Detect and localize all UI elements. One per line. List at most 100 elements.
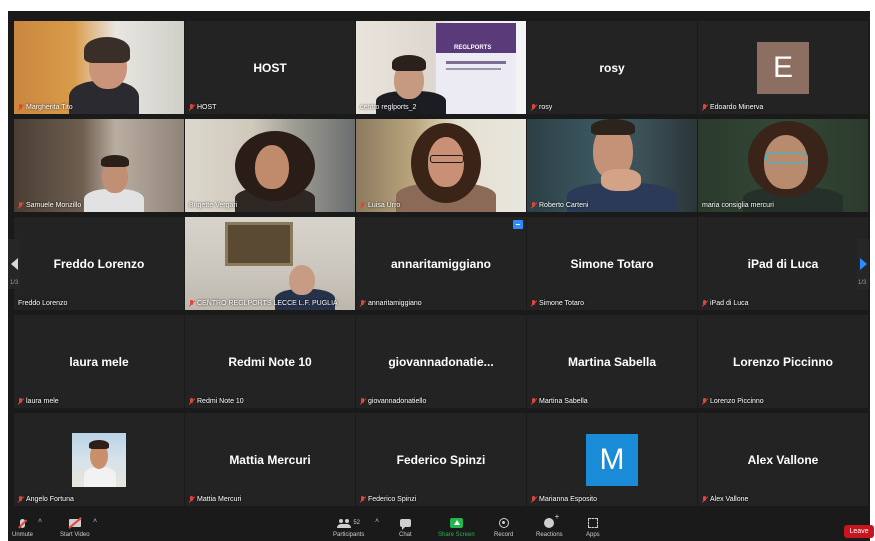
reactions-label: Reactions	[536, 532, 563, 538]
video-tile-host[interactable]: HOST HOST	[185, 21, 355, 114]
microphone-muted-icon	[18, 496, 23, 503]
chat-label: Chat	[399, 532, 412, 538]
reactions-button[interactable]: Reactions	[536, 512, 563, 538]
apps-button[interactable]: Apps	[586, 516, 600, 538]
participant-name-label: Redmi Note 10	[189, 398, 244, 405]
microphone-muted-icon	[360, 202, 365, 209]
participant-name-label: annaritamiggiano	[360, 300, 422, 307]
participant-display-name: giovannadonatie...	[388, 355, 494, 369]
video-off-icon	[68, 519, 81, 527]
participant-display-name: annaritamiggiano	[390, 257, 491, 271]
participant-display-name: Redmi Note 10	[228, 355, 312, 369]
share-screen-icon	[449, 518, 463, 528]
participant-name-label: Martina Sabella	[531, 398, 588, 405]
video-tile-redmi-note-10[interactable]: Redmi Note 10 Redmi Note 10	[185, 315, 355, 408]
share-screen-label: Share Screen	[438, 532, 475, 538]
leave-button[interactable]: Leave	[844, 525, 874, 538]
profile-photo	[72, 433, 126, 487]
participant-name-label: giovannadonatiello	[360, 398, 426, 405]
wall-painting	[225, 222, 293, 266]
video-tile-annaritamiggiano[interactable]: annaritamiggiano annaritamiggiano	[356, 217, 526, 310]
unmute-button[interactable]: Unmute	[12, 516, 33, 538]
microphone-muted-icon	[702, 104, 707, 111]
video-tile-martina-sabella[interactable]: Martina Sabella Martina Sabella	[527, 315, 697, 408]
reactions-icon	[544, 512, 559, 528]
video-tile-centro-reglports-2[interactable]: REGLPORTS centro reglports_2	[356, 21, 526, 114]
video-tile-rosy[interactable]: rosy rosy	[527, 21, 697, 114]
microphone-muted-icon	[531, 496, 536, 503]
chat-button[interactable]: Chat	[399, 516, 412, 538]
meeting-toolbar: Unmute ˄ Start Video ˄ 52 Participants ˄…	[8, 512, 874, 541]
participant-name-label: iPad di Luca	[702, 300, 749, 307]
participant-display-name: laura mele	[69, 355, 129, 369]
video-tile-angelo-fortuna[interactable]: Angelo Fortuna	[14, 413, 184, 506]
participant-name-label: Edoardo Minerva	[702, 104, 763, 111]
participants-label: Participants	[333, 532, 365, 538]
participant-video	[14, 119, 184, 212]
video-tile-simone-totaro[interactable]: Simone Totaro Simone Totaro	[527, 217, 697, 310]
start-video-label: Start Video	[60, 532, 90, 538]
participant-name-label: Angelo Fortuna	[18, 496, 74, 503]
participant-display-name: Federico Spinzi	[396, 453, 486, 467]
video-tile-samuele-monzillo[interactable]: Samuele Monzillo	[14, 119, 184, 212]
video-tile-alex-vallone[interactable]: Alex Vallone Alex Vallone	[698, 413, 868, 506]
record-button[interactable]: Record	[494, 516, 513, 538]
microphone-muted-icon	[702, 496, 707, 503]
video-tile-margherita-tito[interactable]: Margherita Tito	[14, 21, 184, 114]
video-tile-freddo-lorenzo[interactable]: Freddo Lorenzo Freddo Lorenzo	[14, 217, 184, 310]
video-tile-lorenzo-piccinno[interactable]: Lorenzo Piccinno Lorenzo Piccinno	[698, 315, 868, 408]
record-icon	[498, 518, 509, 528]
video-options-caret[interactable]: ˄	[93, 518, 97, 525]
participant-display-name: Alex Vallone	[747, 453, 819, 467]
poster-title: REGLPORTS	[454, 45, 492, 51]
video-tile-marianna-esposito[interactable]: M Marianna Esposito	[527, 413, 697, 506]
more-options-icon[interactable]	[513, 220, 523, 229]
microphone-muted-icon	[702, 398, 707, 405]
video-tile-roberto-carteni[interactable]: Roberto Carteni	[527, 119, 697, 212]
audio-options-caret[interactable]: ˄	[38, 518, 42, 525]
participant-display-name: Martina Sabella	[567, 355, 657, 369]
start-video-button[interactable]: Start Video	[60, 516, 90, 538]
participant-video	[356, 119, 526, 212]
right-border	[870, 0, 875, 541]
participant-video	[185, 217, 355, 310]
participants-button[interactable]: 52 Participants	[333, 516, 364, 538]
participants-options-caret[interactable]: ˄	[375, 518, 379, 525]
participant-name-label: Federico Spinzi	[360, 496, 416, 503]
chevron-right-icon	[859, 258, 867, 270]
video-tile-luisa-urro[interactable]: Luisa Urro	[356, 119, 526, 212]
microphone-muted-icon	[360, 496, 365, 503]
video-tile-giovannadonatiello[interactable]: giovannadonatie... giovannadonatiello	[356, 315, 526, 408]
microphone-muted-icon	[531, 104, 536, 111]
participant-name-label: Alex Vallone	[702, 496, 748, 503]
participant-display-name: iPad di Luca	[747, 257, 819, 271]
chat-icon	[399, 519, 411, 530]
video-tile-federico-spinzi[interactable]: Federico Spinzi Federico Spinzi	[356, 413, 526, 506]
share-screen-button[interactable]: Share Screen	[438, 516, 475, 538]
video-tile-edoardo-minerva[interactable]: E Edoardo Minerva	[698, 21, 868, 114]
participant-display-name: rosy	[599, 61, 625, 75]
participant-video	[14, 21, 184, 114]
participants-count: 52	[353, 520, 361, 526]
video-tile-mattia-mercuri[interactable]: Mattia Mercuri Mattia Mercuri	[185, 413, 355, 506]
microphone-muted-icon	[18, 104, 23, 111]
participant-display-name: Lorenzo Piccinno	[732, 355, 833, 369]
participant-video	[698, 119, 868, 212]
microphone-muted-icon	[20, 518, 25, 528]
video-tile-maria-consiglia-mercuri[interactable]: maria consiglia mercuri	[698, 119, 868, 212]
microphone-muted-icon	[531, 300, 536, 307]
record-label: Record	[494, 532, 514, 538]
participant-name-label: Roberto Carteni	[531, 202, 588, 209]
microphone-muted-icon	[189, 398, 194, 405]
top-border	[0, 0, 875, 11]
participant-name-label: Marianna Esposito	[531, 496, 597, 503]
zoom-meeting-window: Margherita Tito HOST HOST REGLPORTS cent…	[0, 0, 875, 541]
page-indicator-left: 1/3	[10, 280, 19, 286]
avatar: M	[586, 434, 638, 486]
video-tile-brigette-vergari[interactable]: Brigette Vergari	[185, 119, 355, 212]
page-indicator-right: 1/3	[858, 280, 867, 286]
microphone-muted-icon	[360, 300, 365, 307]
video-tile-laura-mele[interactable]: laura mele laura mele	[14, 315, 184, 408]
video-tile-centro-reglports-lecce[interactable]: CENTRO REGLPORTS LECCE L.F. PUGLIA	[185, 217, 355, 310]
video-tile-ipad-di-luca[interactable]: iPad di Luca iPad di Luca	[698, 217, 868, 310]
